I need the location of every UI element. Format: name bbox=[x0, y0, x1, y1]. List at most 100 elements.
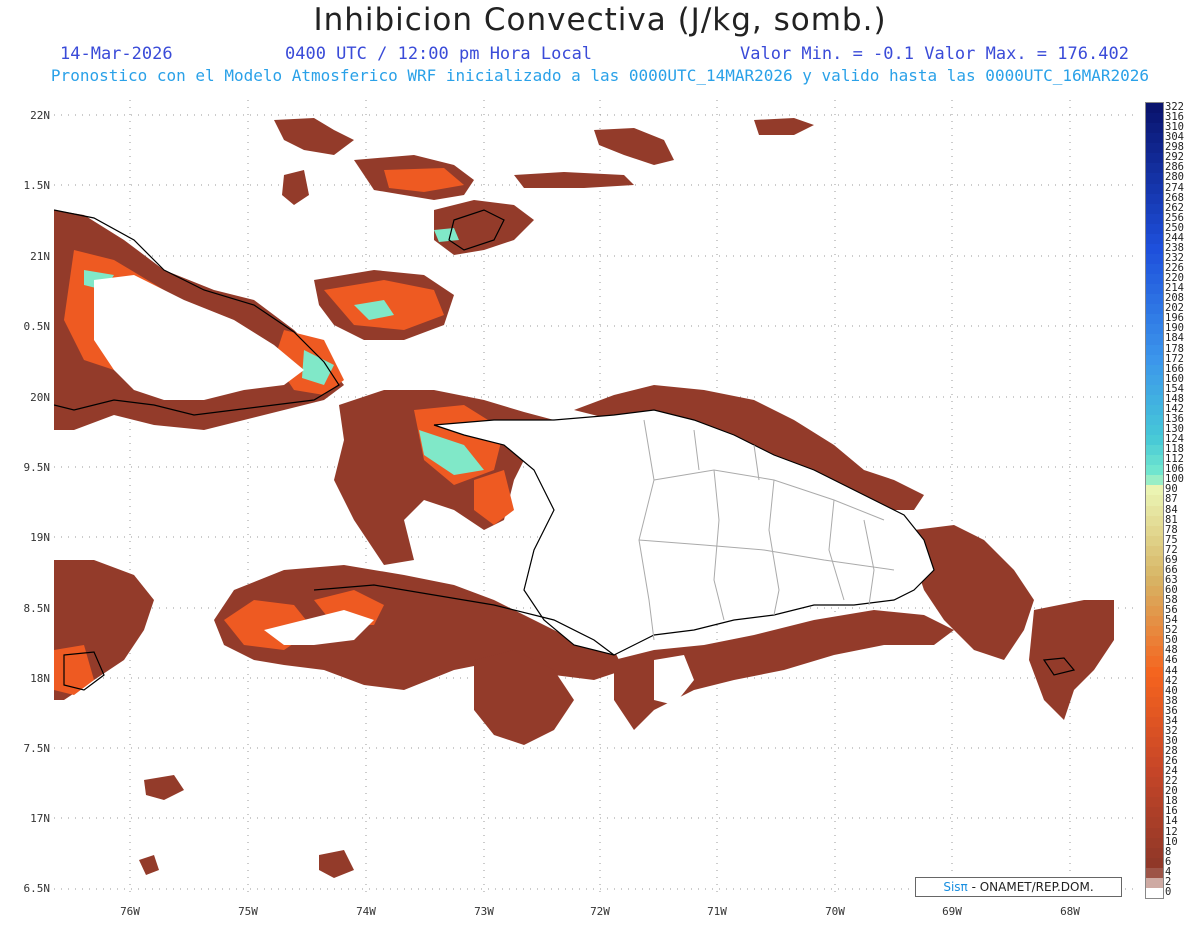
credit-text: - ONAMET/REP.DOM. bbox=[967, 880, 1094, 894]
colorbar-segment bbox=[1146, 113, 1163, 124]
colorbar-label: 0 bbox=[1165, 885, 1172, 898]
colorbar-segment bbox=[1146, 827, 1163, 839]
cin-field-map bbox=[54, 100, 1134, 897]
colorbar-segment bbox=[1146, 817, 1163, 829]
colorbar-segment bbox=[1146, 666, 1163, 678]
colorbar bbox=[1145, 102, 1164, 899]
forecast-time: 0400 UTC / 12:00 pm Hora Local bbox=[285, 44, 593, 64]
colorbar-segment bbox=[1146, 747, 1163, 758]
colorbar-segment bbox=[1146, 314, 1163, 325]
lon-label: 75W bbox=[238, 905, 258, 918]
lat-label: 17N bbox=[30, 812, 50, 825]
lon-label: 69W bbox=[942, 905, 962, 918]
colorbar-segment bbox=[1146, 253, 1163, 265]
colorbar-segment bbox=[1146, 525, 1163, 537]
colorbar-segment bbox=[1146, 696, 1163, 708]
colorbar-segment bbox=[1146, 847, 1163, 859]
colorbar-segment bbox=[1146, 837, 1163, 849]
colorbar-segment bbox=[1146, 364, 1163, 376]
lat-label: 1.5N bbox=[23, 179, 51, 192]
colorbar-segment bbox=[1146, 797, 1163, 808]
lon-label: 73W bbox=[474, 905, 494, 918]
colorbar-segment bbox=[1146, 726, 1163, 738]
colorbar-segment bbox=[1146, 274, 1163, 285]
colorbar-segment bbox=[1146, 736, 1163, 748]
lat-label: 0.5N bbox=[23, 320, 51, 333]
lat-label: 21N bbox=[30, 250, 50, 263]
colorbar-segment bbox=[1146, 425, 1163, 436]
colorbar-segment bbox=[1146, 706, 1163, 718]
lon-label: 72W bbox=[590, 905, 610, 918]
lon-label: 68W bbox=[1060, 905, 1080, 918]
colorbar-segment bbox=[1146, 123, 1163, 134]
colorbar-segment bbox=[1146, 445, 1163, 456]
colorbar-segment bbox=[1146, 616, 1163, 627]
lat-label: 6.5N bbox=[23, 882, 51, 895]
colorbar-segment bbox=[1146, 163, 1163, 174]
colorbar-segment bbox=[1146, 857, 1163, 869]
colorbar-segment bbox=[1146, 656, 1163, 668]
colorbar-segment bbox=[1146, 324, 1163, 335]
colorbar-segment bbox=[1146, 414, 1163, 426]
colorbar-segment bbox=[1146, 374, 1163, 386]
colorbar-segment bbox=[1146, 465, 1163, 476]
map-panel bbox=[54, 100, 1134, 897]
colorbar-segment bbox=[1146, 596, 1163, 607]
colorbar-segment bbox=[1146, 555, 1163, 567]
colorbar-segment bbox=[1146, 394, 1163, 406]
map-title: Inhibicion Convectiva (J/kg, somb.) bbox=[313, 2, 887, 38]
colorbar-label: 274 bbox=[1165, 181, 1184, 194]
colorbar-segment bbox=[1146, 787, 1163, 798]
lat-label: 19N bbox=[30, 531, 50, 544]
colorbar-label: 87 bbox=[1165, 493, 1178, 506]
colorbar-segment bbox=[1146, 193, 1163, 205]
colorbar-segment bbox=[1146, 646, 1163, 657]
colorbar-segment bbox=[1146, 243, 1163, 255]
colorbar-segment bbox=[1146, 877, 1163, 889]
lat-label: 18N bbox=[30, 672, 50, 685]
colorbar-segment bbox=[1146, 354, 1163, 366]
colorbar-segment bbox=[1146, 676, 1163, 688]
value-range: Valor Min. = -0.1 Valor Max. = 176.402 bbox=[740, 44, 1129, 64]
forecast-date: 14-Mar-2026 bbox=[60, 44, 173, 64]
colorbar-segment bbox=[1146, 606, 1163, 617]
lat-label: 20N bbox=[30, 391, 50, 404]
colorbar-segment bbox=[1146, 867, 1163, 879]
colorbar-segment bbox=[1146, 233, 1163, 245]
colorbar-segment bbox=[1146, 284, 1163, 295]
colorbar-segment bbox=[1146, 344, 1163, 356]
colorbar-segment bbox=[1146, 294, 1163, 305]
sispi-logo: Sisπ bbox=[943, 880, 968, 894]
colorbar-segment bbox=[1146, 334, 1163, 346]
colorbar-segment bbox=[1146, 143, 1163, 154]
lat-label: 8.5N bbox=[23, 602, 51, 615]
lon-label: 70W bbox=[825, 905, 845, 918]
colorbar-label: 184 bbox=[1165, 332, 1184, 345]
colorbar-segment bbox=[1146, 636, 1163, 647]
colorbar-segment bbox=[1146, 495, 1163, 507]
colorbar-segment bbox=[1146, 264, 1163, 275]
colorbar-segment bbox=[1146, 626, 1163, 637]
colorbar-segment bbox=[1146, 686, 1163, 698]
colorbar-segment bbox=[1146, 133, 1163, 144]
colorbar-segment bbox=[1146, 153, 1163, 164]
colorbar-segment bbox=[1146, 404, 1163, 416]
colorbar-label: 46 bbox=[1165, 654, 1178, 667]
colorbar-segment bbox=[1146, 807, 1163, 818]
colorbar-segment bbox=[1146, 203, 1163, 215]
colorbar-segment bbox=[1146, 757, 1163, 768]
colorbar-segment bbox=[1146, 767, 1163, 778]
lat-label: 7.5N bbox=[23, 742, 51, 755]
colorbar-segment bbox=[1146, 575, 1163, 587]
colorbar-segment bbox=[1146, 545, 1163, 557]
colorbar-label: 14 bbox=[1165, 815, 1178, 828]
colorbar-segment bbox=[1146, 586, 1163, 597]
lon-label: 74W bbox=[356, 905, 376, 918]
colorbar-segment bbox=[1146, 475, 1163, 486]
credit-box: Sisπ - ONAMET/REP.DOM. bbox=[915, 877, 1122, 897]
colorbar-segment bbox=[1146, 435, 1163, 446]
colorbar-segment bbox=[1146, 223, 1163, 235]
colorbar-segment bbox=[1146, 455, 1163, 466]
colorbar-segment bbox=[1146, 384, 1163, 396]
colorbar-segment bbox=[1146, 183, 1163, 195]
